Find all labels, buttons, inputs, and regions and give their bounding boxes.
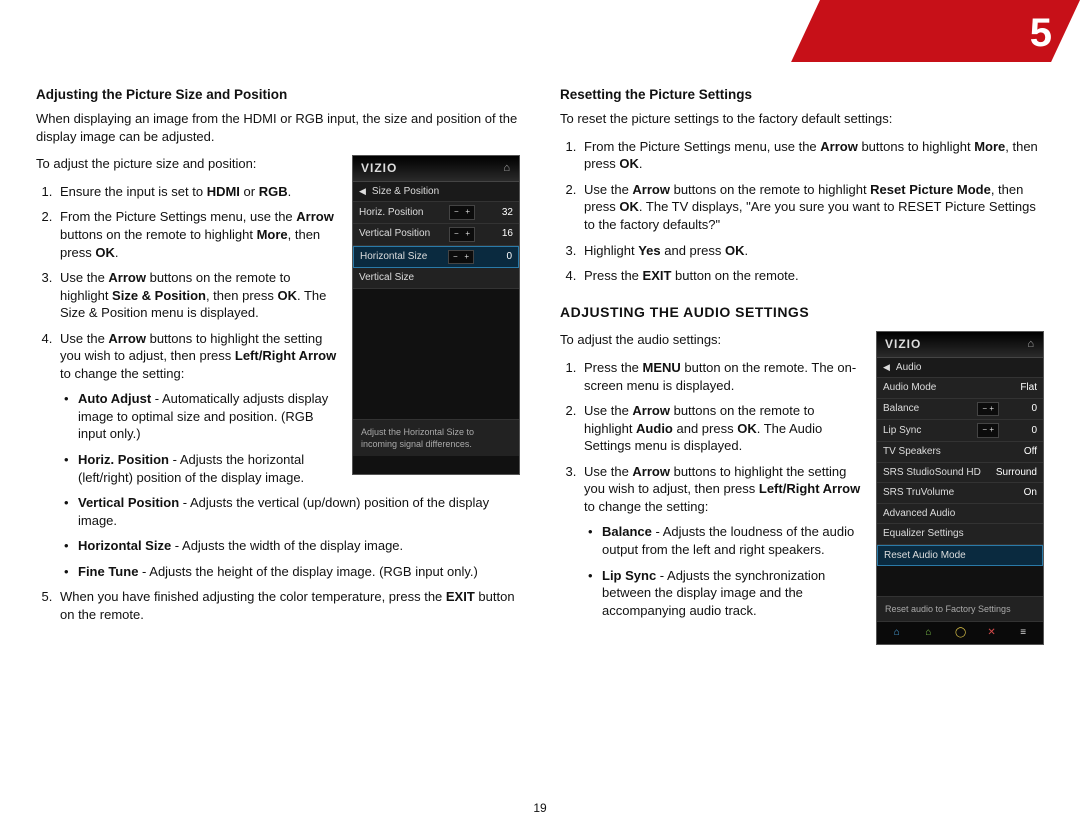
- back-icon: ◀: [359, 185, 366, 197]
- back-icon: ◀: [883, 361, 890, 373]
- row-label: Vertical Position: [359, 227, 449, 241]
- screenshot-brand: VIZIO: [361, 160, 397, 176]
- home-icon: ⌂: [503, 161, 511, 176]
- heading-audio: Adjusting the Audio Settings: [560, 303, 1044, 322]
- row-label: Vertical Size: [359, 271, 513, 285]
- row-label: Horiz. Position: [359, 206, 449, 220]
- row-value: 32: [475, 206, 513, 220]
- screenshot-footer: ⌂ ⌂ ◯ ✕ ≡: [877, 621, 1043, 644]
- home-icon: ⌂: [1027, 337, 1035, 352]
- left-column: Adjusting the Picture Size and Position …: [36, 86, 520, 653]
- right-intro: To reset the picture settings to the fac…: [560, 110, 1044, 128]
- page-number: 19: [0, 800, 1080, 816]
- screenshot-brand: VIZIO: [885, 336, 921, 352]
- row-value: 16: [475, 227, 513, 241]
- right-column: Resetting the Picture Settings To reset …: [560, 86, 1044, 653]
- reset-steps: From the Picture Settings menu, use the …: [560, 138, 1044, 285]
- page-body: Adjusting the Picture Size and Position …: [0, 0, 1080, 683]
- left-intro: When displaying an image from the HDMI o…: [36, 110, 520, 145]
- row-value: 0: [474, 250, 512, 264]
- chapter-number: 5: [1030, 6, 1052, 60]
- heading-adjust-picture: Adjusting the Picture Size and Position: [36, 86, 520, 104]
- heading-reset-picture: Resetting the Picture Settings: [560, 86, 1044, 104]
- row-label: Horizontal Size: [360, 250, 448, 264]
- screenshot-crumb: Audio: [896, 361, 922, 375]
- screenshot-crumb: Size & Position: [372, 185, 439, 199]
